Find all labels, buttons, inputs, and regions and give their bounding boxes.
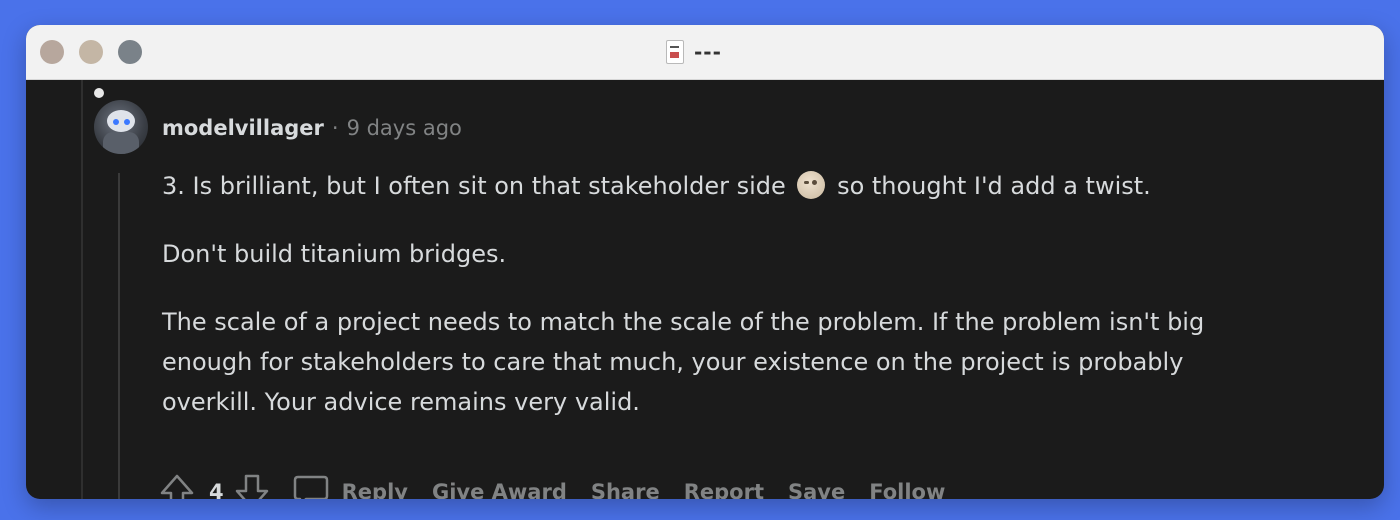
- save-button[interactable]: Save: [788, 480, 845, 499]
- comment-meta: modelvillager · 9 days ago: [162, 116, 462, 140]
- comment-paragraph-1: 3. Is brilliant, but I often sit on that…: [162, 166, 1262, 206]
- avatar-body: [103, 132, 139, 154]
- comment-body: 3. Is brilliant, but I often sit on that…: [162, 166, 1262, 450]
- browser-window: --- modelvillager · 9 days ago 3. Is bri…: [26, 25, 1384, 499]
- share-button[interactable]: Share: [591, 480, 660, 499]
- wink-emoji-icon: [797, 171, 826, 199]
- thread-line-parent[interactable]: [81, 80, 83, 499]
- paragraph-1-end: so thought I'd add a twist.: [837, 172, 1151, 200]
- reply-label: Reply: [341, 480, 408, 499]
- follow-button[interactable]: Follow: [869, 480, 945, 499]
- avatar-face: [107, 110, 135, 132]
- avatar-status-dot: [94, 88, 104, 98]
- comment-thread: modelvillager · 9 days ago 3. Is brillia…: [26, 80, 1384, 499]
- comment-actions: 4 Reply Give Award Share Report Save Fol…: [159, 472, 945, 499]
- username-link[interactable]: modelvillager: [162, 116, 324, 140]
- meta-separator: ·: [331, 116, 339, 140]
- comment-paragraph-3: The scale of a project needs to match th…: [162, 308, 1205, 416]
- window-title: ---: [694, 40, 722, 64]
- avatar-eye: [113, 119, 119, 125]
- title-bar: ---: [26, 25, 1384, 80]
- window-title-group: ---: [666, 38, 722, 66]
- document-icon: [666, 40, 684, 64]
- vote-count: 4: [209, 480, 224, 499]
- thread-line[interactable]: [118, 173, 120, 499]
- report-button[interactable]: Report: [684, 480, 764, 499]
- give-award-button[interactable]: Give Award: [432, 480, 567, 499]
- minimize-window-button[interactable]: [79, 40, 103, 64]
- paragraph-1-start: 3. Is brilliant, but I often sit on that…: [162, 172, 786, 200]
- close-window-button[interactable]: [40, 40, 64, 64]
- maximize-window-button[interactable]: [118, 40, 142, 64]
- avatar-eye: [124, 119, 130, 125]
- comment-bubble-icon: [292, 474, 330, 499]
- comment-paragraph-2: Don't build titanium bridges.: [162, 240, 507, 268]
- downvote-icon[interactable]: [234, 473, 270, 499]
- avatar[interactable]: [94, 100, 148, 154]
- upvote-icon[interactable]: [159, 473, 195, 499]
- timestamp-link[interactable]: 9 days ago: [347, 116, 462, 140]
- reply-button[interactable]: Reply: [292, 474, 408, 499]
